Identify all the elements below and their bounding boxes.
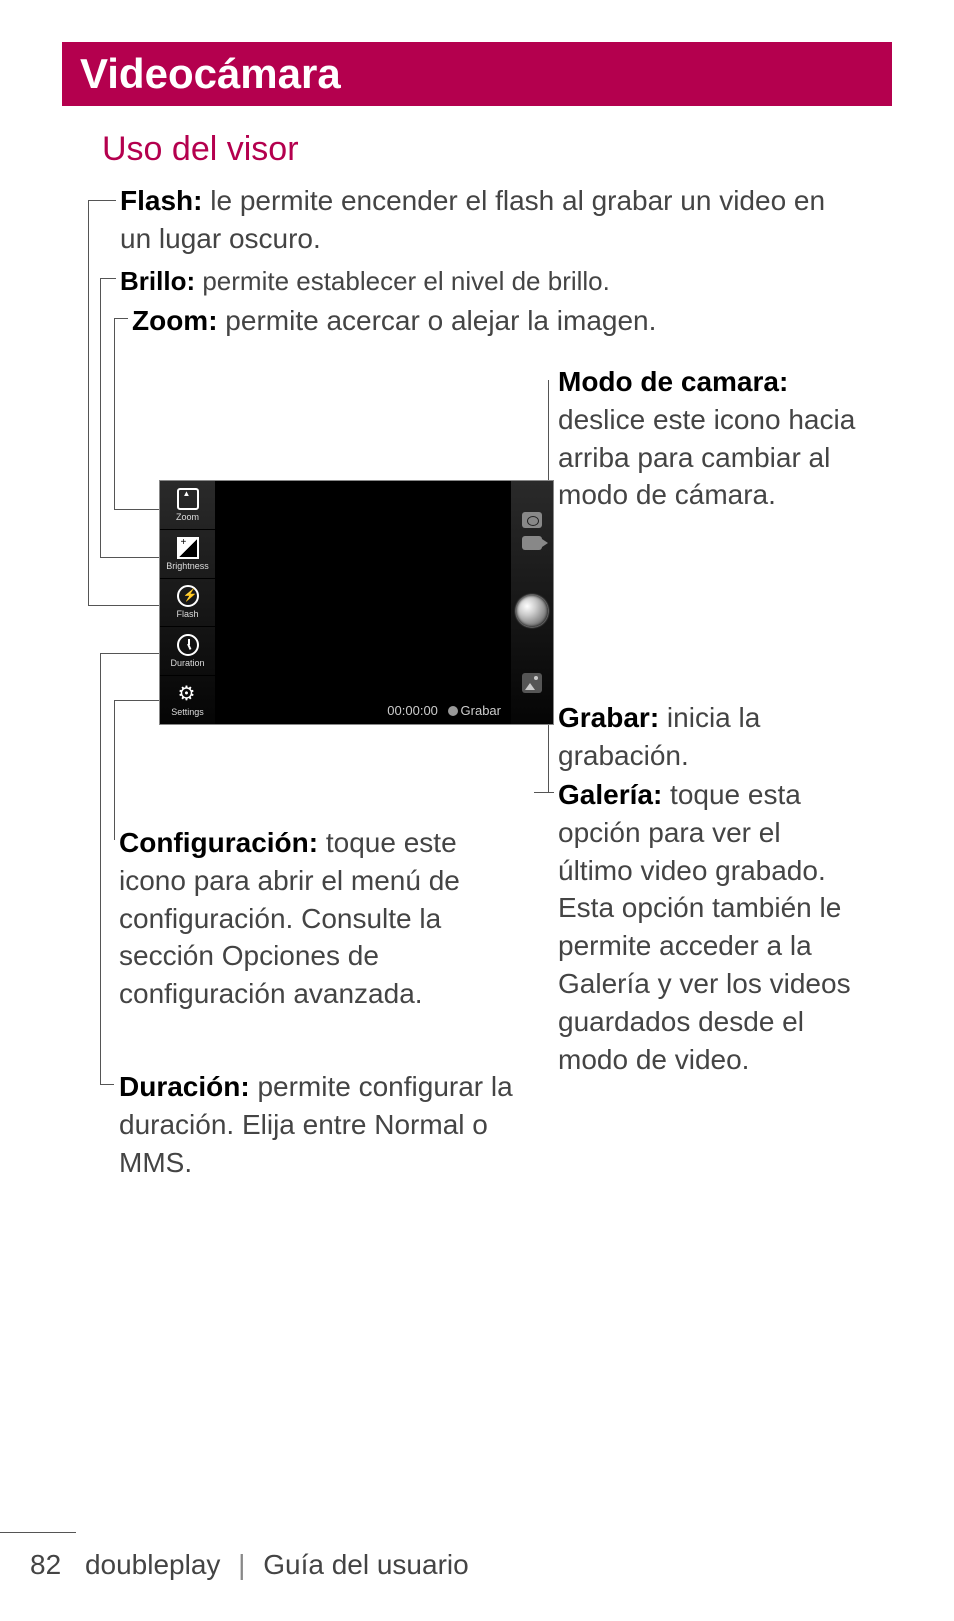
vf-timer: 00:00:00 <box>387 703 438 718</box>
video-mode-icon <box>522 536 542 550</box>
leader-line <box>88 605 164 606</box>
gallery-icon[interactable] <box>522 673 542 693</box>
vf-left-sidebar: Zoom Brightness Flash Duration Settings <box>160 481 215 724</box>
footer-guide: Guía del usuario <box>263 1549 468 1580</box>
leader-line <box>534 792 554 793</box>
flash-icon <box>177 585 199 607</box>
vf-mode-switch[interactable] <box>522 512 542 550</box>
callout-label: Duración: <box>119 1071 250 1102</box>
callout-grabar: Grabar: inicia la grabación. <box>558 699 888 775</box>
leader-line <box>114 509 164 510</box>
leader-line <box>114 318 128 319</box>
vf-settings-button[interactable]: Settings <box>160 676 215 724</box>
vf-zoom-label: Zoom <box>176 512 199 522</box>
camera-mode-icon <box>522 512 542 528</box>
callout-duracion: Duración: permite configurar la duración… <box>119 1068 519 1181</box>
leader-line <box>100 653 101 1085</box>
section-title: Uso del visor <box>102 130 299 169</box>
callout-desc: le permite encender el flash al grabar u… <box>120 185 825 254</box>
vf-record-button[interactable] <box>516 595 548 627</box>
footer-line <box>0 1532 76 1533</box>
leader-line <box>114 700 115 840</box>
page-header: Videocámara <box>62 42 892 106</box>
leader-line <box>100 653 164 654</box>
callout-desc: toque esta opción para ver el último vid… <box>558 779 851 1075</box>
vf-zoom-button[interactable]: Zoom <box>160 481 215 530</box>
gear-icon <box>177 683 199 705</box>
vf-settings-label: Settings <box>171 707 204 717</box>
leader-line <box>88 200 89 606</box>
duration-icon <box>177 634 199 656</box>
brightness-icon <box>177 537 199 559</box>
callout-flash: Flash: le permite encender el flash al g… <box>120 182 840 258</box>
callout-desc: deslice este icono hacia arriba para cam… <box>558 404 855 511</box>
footer-separator: | <box>238 1549 245 1580</box>
vf-brightness-button[interactable]: Brightness <box>160 530 215 579</box>
callout-label: Grabar: <box>558 702 659 733</box>
callout-brillo: Brillo: permite establecer el nivel de b… <box>120 264 840 299</box>
footer-brand: doubleplay <box>85 1549 220 1580</box>
callout-modo-camara: Modo de camara: deslice este icono hacia… <box>558 363 858 514</box>
callout-label: Brillo: <box>120 266 195 296</box>
vf-status-bar: 00:00:00 Grabar <box>215 703 511 718</box>
viewfinder-screenshot: Zoom Brightness Flash Duration Settings … <box>159 480 554 725</box>
leader-line <box>114 700 164 701</box>
page-title: Videocámara <box>80 50 341 97</box>
leader-line <box>100 557 164 558</box>
page-footer: 82 doubleplay | Guía del usuario <box>30 1549 469 1581</box>
vf-duration-button[interactable]: Duration <box>160 627 215 676</box>
leader-line <box>100 1084 114 1085</box>
callout-label: Zoom: <box>132 305 218 336</box>
leader-line <box>114 318 115 510</box>
leader-line <box>100 278 101 558</box>
vf-flash-label: Flash <box>176 609 198 619</box>
callout-galeria: Galería: toque esta opción para ver el ú… <box>558 776 858 1078</box>
vf-duration-label: Duration <box>170 658 204 668</box>
callout-label: Configuración: <box>119 827 318 858</box>
callout-desc: permite establecer el nivel de brillo. <box>195 266 610 296</box>
callout-zoom: Zoom: permite acercar o alejar la imagen… <box>132 302 852 340</box>
zoom-icon <box>177 488 199 510</box>
vf-flash-button[interactable]: Flash <box>160 579 215 628</box>
record-dot-icon <box>448 706 458 716</box>
leader-line <box>88 200 116 201</box>
vf-brightness-label: Brightness <box>166 561 209 571</box>
leader-line <box>100 278 116 279</box>
callout-label: Galería: <box>558 779 662 810</box>
callout-label: Flash: <box>120 185 202 216</box>
vf-right-sidebar <box>511 481 553 724</box>
callout-desc: permite acercar o alejar la imagen. <box>218 305 657 336</box>
page-number: 82 <box>30 1549 61 1580</box>
callout-configuracion: Configuración: toque este icono para abr… <box>119 824 519 1013</box>
vf-record-label: Grabar <box>461 703 501 718</box>
callout-label: Modo de camara: <box>558 366 788 397</box>
